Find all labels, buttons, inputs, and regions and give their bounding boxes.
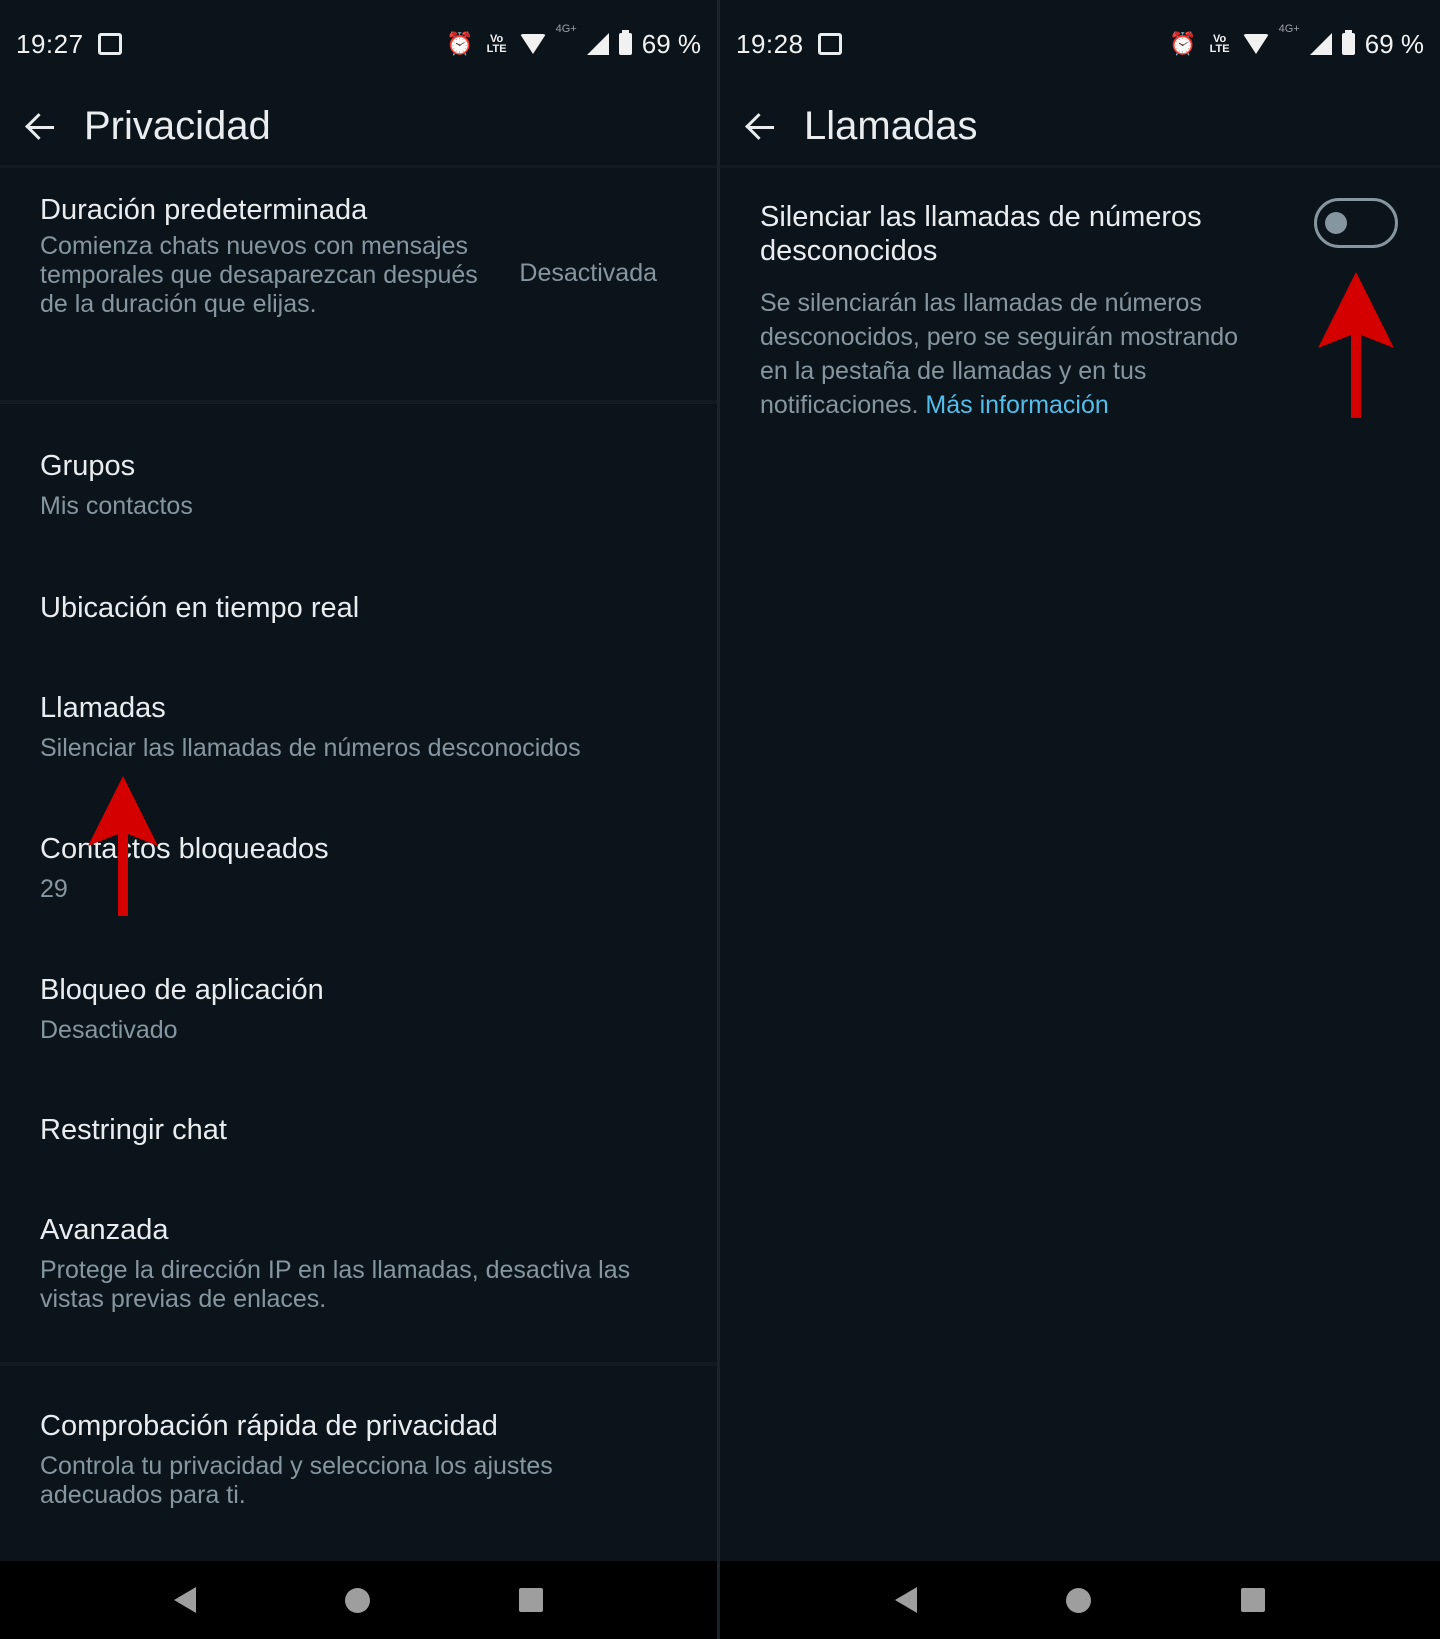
signal-icon xyxy=(1309,33,1332,55)
setting-title: Avanzada xyxy=(40,1214,169,1246)
alarm-icon: ⏰ xyxy=(446,31,474,56)
setting-subtitle: Comienza chats nuevos con mensajes tempo… xyxy=(40,232,478,318)
nav-home-icon[interactable] xyxy=(1066,1587,1092,1613)
network-type-label: 4G+ xyxy=(1278,22,1300,35)
setting-title: Comprobación rápida de privacidad xyxy=(40,1410,498,1442)
status-bar: 19:28 ⏰ Vo LTE 4G+ 69 % xyxy=(720,0,1440,88)
nav-recents-icon[interactable] xyxy=(1241,1588,1266,1612)
system-nav-bar xyxy=(720,1561,1440,1639)
setting-title: Ubicación en tiempo real xyxy=(40,592,360,624)
setting-title: Silenciar las llamadas de números descon… xyxy=(760,201,1202,267)
setting-title: Restringir chat xyxy=(40,1114,227,1146)
setting-advanced[interactable]: Avanzada Protege la dirección IP en las … xyxy=(40,1212,687,1314)
setting-app-lock[interactable]: Bloqueo de aplicación Desactivado xyxy=(40,972,687,1045)
setting-title: Llamadas xyxy=(40,692,166,724)
status-time: 19:27 xyxy=(16,28,84,59)
nav-recents-icon[interactable] xyxy=(518,1588,543,1612)
battery-percentage: 69 % xyxy=(641,28,701,59)
battery-percentage: 69 % xyxy=(1364,28,1424,59)
status-bar: 19:27 ⏰ Vo LTE 4G+ 69 % xyxy=(0,0,717,88)
volte-icon: Vo LTE xyxy=(1209,33,1230,55)
privacy-screen: 19:27 ⏰ Vo LTE 4G+ 69 % Privacidad Durac… xyxy=(0,0,720,1639)
setting-default-duration[interactable]: Duración predeterminada Comienza chats n… xyxy=(40,192,687,319)
nav-home-icon[interactable] xyxy=(344,1587,370,1613)
setting-title: Bloqueo de aplicación xyxy=(40,974,324,1006)
divider xyxy=(0,400,717,404)
calls-screen: 19:28 ⏰ Vo LTE 4G+ 69 % Llamadas Silenci… xyxy=(720,0,1440,1639)
setting-groups[interactable]: Grupos Mis contactos xyxy=(40,448,687,521)
setting-subtitle: Silenciar las llamadas de números descon… xyxy=(40,734,581,762)
setting-privacy-checkup[interactable]: Comprobación rápida de privacidad Contro… xyxy=(40,1408,687,1510)
wifi-icon xyxy=(1242,34,1269,54)
setting-subtitle: Protege la dirección IP en las llamadas,… xyxy=(40,1256,631,1313)
alarm-icon: ⏰ xyxy=(1169,31,1197,56)
more-info-link[interactable]: Más información xyxy=(925,391,1108,419)
page-title: Llamadas xyxy=(804,104,978,148)
app-bar: Llamadas xyxy=(720,88,1440,168)
setting-calls[interactable]: Llamadas Silenciar las llamadas de númer… xyxy=(40,690,687,763)
setting-title: Grupos xyxy=(40,450,136,482)
back-arrow-icon[interactable] xyxy=(744,110,778,144)
back-arrow-icon[interactable] xyxy=(24,110,58,144)
network-type-label: 4G+ xyxy=(555,22,577,35)
app-bar: Privacidad xyxy=(0,88,717,168)
sim-notification-icon xyxy=(97,33,122,55)
wifi-icon xyxy=(519,34,546,54)
setting-live-location[interactable]: Ubicación en tiempo real xyxy=(40,590,687,626)
setting-subtitle: Desactivado xyxy=(40,1016,178,1044)
nav-back-icon[interactable] xyxy=(174,1587,197,1613)
setting-subtitle: Controla tu privacidad y selecciona los … xyxy=(40,1452,553,1509)
sim-notification-icon xyxy=(817,33,842,55)
setting-subtitle: Mis contactos xyxy=(40,492,193,520)
toggle-knob xyxy=(1325,212,1347,234)
setting-restrict-chat[interactable]: Restringir chat xyxy=(40,1112,687,1148)
setting-value: Desactivada xyxy=(519,259,657,287)
setting-title: Duración predeterminada xyxy=(40,194,368,226)
setting-description: Se silenciarán las llamadas de números d… xyxy=(760,286,1260,422)
volte-icon: Vo LTE xyxy=(486,33,507,55)
nav-back-icon[interactable] xyxy=(894,1587,917,1613)
status-time: 19:28 xyxy=(736,28,804,59)
setting-silence-unknown[interactable]: Silenciar las llamadas de números descon… xyxy=(760,200,1260,268)
battery-icon xyxy=(618,30,632,55)
battery-icon xyxy=(1341,30,1355,55)
signal-icon xyxy=(586,33,609,55)
divider xyxy=(0,1362,717,1366)
system-nav-bar xyxy=(0,1561,717,1639)
silence-unknown-toggle[interactable] xyxy=(1314,198,1398,248)
annotation-arrow-up-icon xyxy=(88,776,158,916)
page-title: Privacidad xyxy=(84,104,271,148)
annotation-arrow-up-icon xyxy=(1318,272,1394,418)
